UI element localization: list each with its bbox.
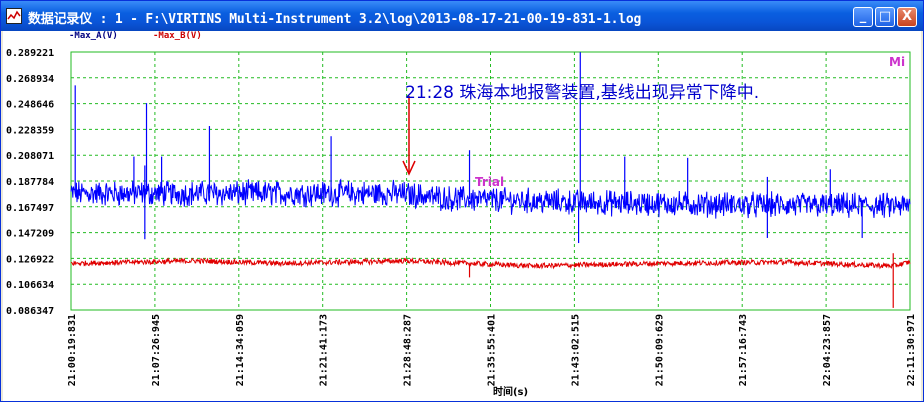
x-tick-label: 21:43:02:515 (570, 314, 581, 386)
y-tick-label: 0.208071 (6, 151, 54, 162)
title-bar[interactable]: 数据记录仪 : 1 - F:\VIRTINS Multi-Instrument … (1, 1, 923, 31)
y-tick-label: 0.126922 (6, 254, 54, 265)
x-tick-label: 21:28:48:287 (403, 314, 414, 386)
app-chart-icon-glyph (7, 10, 21, 20)
y-tick-label: 0.228359 (6, 125, 54, 136)
x-tick-label: 21:21:41:173 (319, 314, 330, 386)
trial-watermark: Trial (475, 175, 504, 189)
x-tick-label: 21:14:34:059 (235, 314, 246, 386)
y-tick-label: 0.086347 (6, 306, 54, 317)
y-tick-label: 0.289221 (6, 48, 54, 59)
y-tick-label: 0.167497 (6, 203, 54, 214)
x-tick-label: 21:35:55:401 (487, 314, 498, 386)
chart-area[interactable]: -Max_A(V) -Max_B(V) 0.289221 0.268934 0.24… (3, 31, 921, 401)
x-tick-label: 22:04:23:857 (822, 314, 833, 386)
corner-label: Mi (889, 55, 905, 69)
window-title: 数据记录仪 : 1 - F:\VIRTINS Multi-Instrument … (28, 12, 642, 27)
y-tick-label: 0.147209 (6, 229, 54, 240)
x-tick-label: 21:00:19:831 (67, 314, 78, 386)
x-tick-label: 21:50:09:629 (654, 314, 665, 386)
y-tick-label: 0.268934 (6, 74, 54, 85)
x-tick-label: 21:07:26:945 (151, 314, 162, 386)
app-chart-icon[interactable] (6, 8, 22, 24)
app-window: 数据记录仪 : 1 - F:\VIRTINS Multi-Instrument … (0, 0, 924, 402)
x-axis-label: 时间(s) (493, 385, 528, 398)
close-button[interactable]: X (897, 7, 917, 27)
maximize-button[interactable]: □ (875, 7, 895, 27)
y-tick-label: 0.248646 (6, 100, 54, 111)
x-tick-label: 22:11:30:971 (906, 314, 917, 386)
minimize-button[interactable]: _ (853, 7, 873, 27)
y-tick-label: 0.106634 (6, 280, 54, 291)
annotation-text: 21:28 珠海本地报警装置,基线出现异常下降中. (405, 83, 760, 103)
y-tick-label: 0.187784 (6, 177, 54, 188)
x-tick-label: 21:57:16:743 (738, 314, 749, 386)
